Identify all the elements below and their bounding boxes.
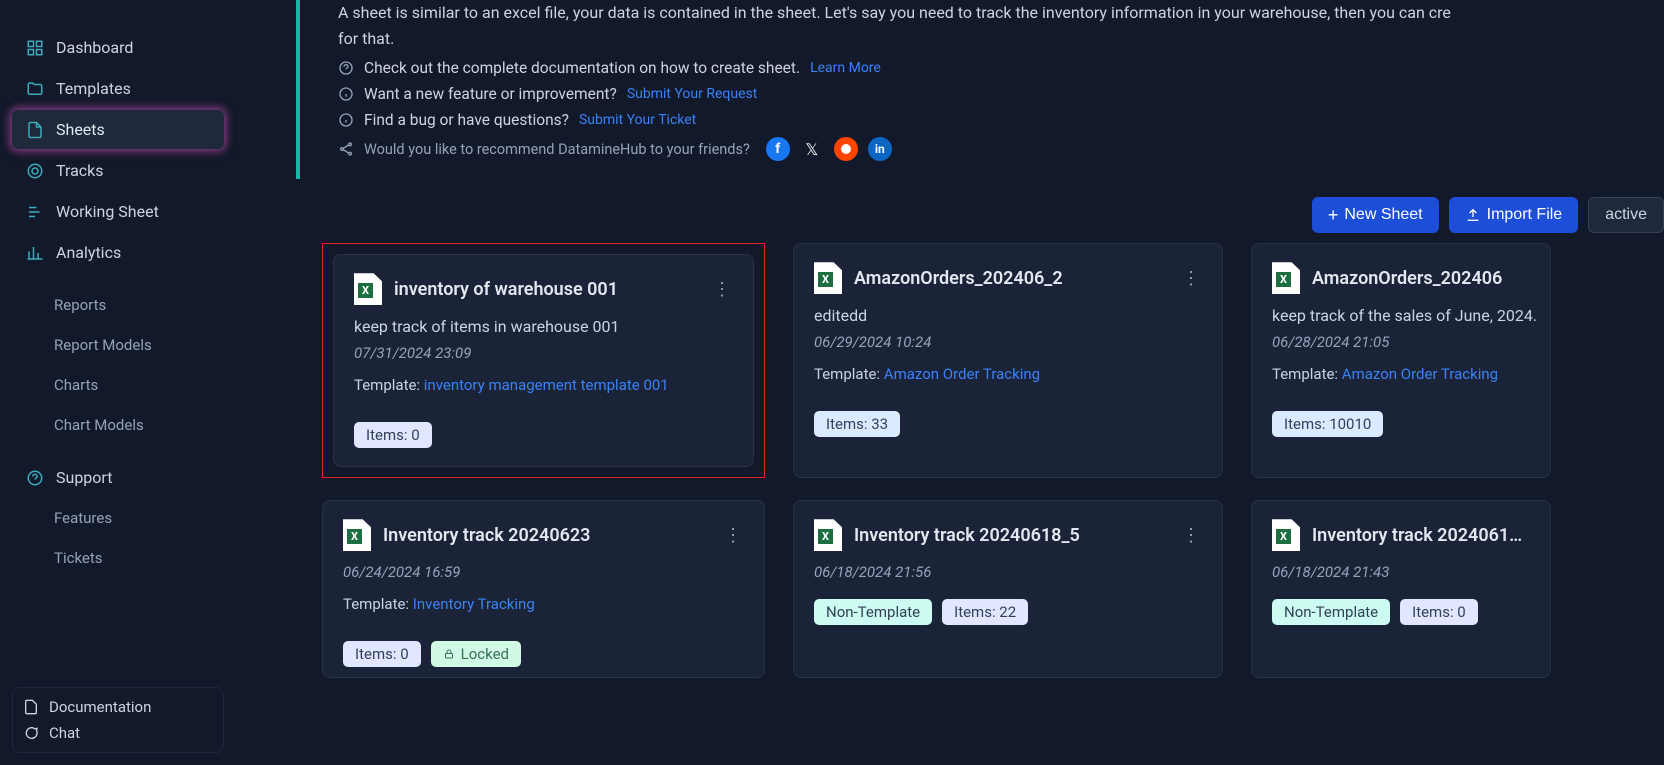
template-link[interactable]: Amazon Order Tracking — [1342, 365, 1498, 383]
card-date: 06/29/2024 10:24 — [814, 333, 1202, 351]
sidebar-item-label: Tracks — [56, 161, 104, 180]
filter-active-button[interactable]: active — [1588, 197, 1664, 233]
chat-icon — [23, 725, 39, 741]
reddit-icon[interactable] — [834, 137, 858, 161]
info-icon — [338, 112, 354, 128]
card-description: keep track of the sales of June, 2024. — [1272, 306, 1530, 325]
sidebar-item-charts[interactable]: Charts — [12, 366, 224, 404]
excel-file-icon — [343, 519, 371, 551]
linkedin-icon[interactable]: in — [868, 137, 892, 161]
card-title: Inventory track 20240618_3 — [1312, 525, 1530, 546]
card-date: 06/24/2024 16:59 — [343, 563, 744, 581]
sidebar-item-tracks[interactable]: Tracks — [12, 151, 224, 190]
card-title: Inventory track 20240618_5 — [854, 525, 1168, 546]
submit-ticket-link[interactable]: Submit Your Ticket — [579, 112, 696, 128]
sidebar-item-label: Support — [56, 468, 112, 487]
upload-icon — [1465, 207, 1481, 223]
card-menu-button[interactable]: ⋮ — [1180, 525, 1202, 546]
plus-icon: + — [1328, 206, 1339, 224]
x-icon[interactable]: 𝕏 — [800, 137, 824, 161]
card-description: keep track of items in warehouse 001 — [354, 317, 733, 336]
new-sheet-button[interactable]: + New Sheet — [1312, 197, 1439, 233]
items-badge: Items: 0 — [1400, 599, 1478, 625]
sidebar: Dashboard Templates Sheets Tracks Workin… — [0, 0, 236, 765]
banner-text: A sheet is similar to an excel file, you… — [338, 0, 1664, 26]
sidebar-item-tickets[interactable]: Tickets — [12, 539, 224, 577]
doc-icon — [23, 699, 39, 715]
folder-icon — [26, 80, 44, 98]
card-title: AmazonOrders_202406 — [1312, 268, 1530, 289]
card-date: 06/18/2024 21:43 — [1272, 563, 1530, 581]
excel-file-icon — [1272, 262, 1300, 294]
grid-icon — [26, 39, 44, 57]
excel-file-icon — [1272, 519, 1300, 551]
non-template-badge: Non-Template — [814, 599, 932, 625]
card-description: editedd — [814, 306, 1202, 325]
card-date: 07/31/2024 23:09 — [354, 344, 733, 362]
import-file-button[interactable]: Import File — [1449, 197, 1579, 233]
share-icon — [338, 141, 354, 157]
sheet-card[interactable]: AmazonOrders_202406_2 ⋮ editedd 06/29/20… — [793, 243, 1223, 478]
sidebar-item-features[interactable]: Features — [12, 499, 224, 537]
sheet-card[interactable]: Inventory track 20240623 ⋮ 06/24/2024 16… — [322, 500, 765, 678]
sidebar-footer: Documentation Chat — [12, 687, 224, 753]
card-menu-button[interactable]: ⋮ — [722, 525, 744, 546]
sidebar-item-templates[interactable]: Templates — [12, 69, 224, 108]
sidebar-item-reports[interactable]: Reports — [12, 286, 224, 324]
excel-file-icon — [814, 519, 842, 551]
card-title: AmazonOrders_202406_2 — [854, 268, 1168, 289]
items-badge: Items: 22 — [942, 599, 1028, 625]
items-badge: Items: 0 — [354, 422, 432, 448]
sidebar-item-label: Templates — [56, 79, 131, 98]
help-icon — [26, 469, 44, 487]
footer-chat[interactable]: Chat — [23, 720, 213, 746]
items-badge: Items: 0 — [343, 641, 421, 667]
sidebar-item-label: Dashboard — [56, 38, 133, 57]
card-menu-button[interactable]: ⋮ — [711, 279, 733, 300]
sidebar-item-label: Sheets — [56, 120, 105, 139]
excel-file-icon — [814, 262, 842, 294]
lock-icon — [443, 648, 455, 660]
learn-more-link[interactable]: Learn More — [810, 60, 881, 76]
card-title: Inventory track 20240623 — [383, 525, 710, 546]
sheet-card[interactable]: Inventory track 20240618_3 06/18/2024 21… — [1251, 500, 1551, 678]
sidebar-item-analytics[interactable]: Analytics — [12, 233, 224, 272]
target-icon — [26, 162, 44, 180]
sidebar-item-label: Working Sheet — [56, 202, 159, 221]
facebook-icon[interactable]: f — [766, 137, 790, 161]
file-icon — [26, 121, 44, 139]
sheet-card[interactable]: Inventory track 20240618_5 ⋮ 06/18/2024 … — [793, 500, 1223, 678]
sidebar-item-report-models[interactable]: Report Models — [12, 326, 224, 364]
submit-request-link[interactable]: Submit Your Request — [627, 86, 757, 102]
sheet-card[interactable]: AmazonOrders_202406 keep track of the sa… — [1251, 243, 1551, 478]
footer-documentation[interactable]: Documentation — [23, 694, 213, 720]
sidebar-item-dashboard[interactable]: Dashboard — [12, 28, 224, 67]
card-date: 06/28/2024 21:05 — [1272, 333, 1530, 351]
non-template-badge: Non-Template — [1272, 599, 1390, 625]
card-title: inventory of warehouse 001 — [394, 279, 699, 300]
locked-badge: Locked — [431, 641, 521, 667]
template-link[interactable]: Inventory Tracking — [413, 595, 535, 613]
items-badge: Items: 10010 — [1272, 411, 1383, 437]
sidebar-item-sheets[interactable]: Sheets — [12, 110, 224, 149]
highlighted-card-wrap: inventory of warehouse 001 ⋮ keep track … — [322, 243, 765, 478]
template-link[interactable]: inventory management template 001 — [424, 376, 669, 394]
card-date: 06/18/2024 21:56 — [814, 563, 1202, 581]
sheet-card[interactable]: inventory of warehouse 001 ⋮ keep track … — [333, 254, 754, 467]
card-menu-button[interactable]: ⋮ — [1180, 268, 1202, 289]
template-link[interactable]: Amazon Order Tracking — [884, 365, 1040, 383]
toolbar: + New Sheet Import File active — [236, 179, 1664, 243]
sidebar-item-support[interactable]: Support — [12, 458, 224, 497]
list-icon — [26, 203, 44, 221]
sidebar-item-label: Analytics — [56, 243, 121, 262]
sidebar-item-working-sheet[interactable]: Working Sheet — [12, 192, 224, 231]
chart-bar-icon — [26, 244, 44, 262]
items-badge: Items: 33 — [814, 411, 900, 437]
banner-text: for that. — [338, 26, 1664, 52]
info-banner: A sheet is similar to an excel file, you… — [296, 0, 1664, 179]
sidebar-item-chart-models[interactable]: Chart Models — [12, 406, 224, 444]
excel-file-icon — [354, 273, 382, 305]
info-icon — [338, 86, 354, 102]
help-icon — [338, 60, 354, 76]
